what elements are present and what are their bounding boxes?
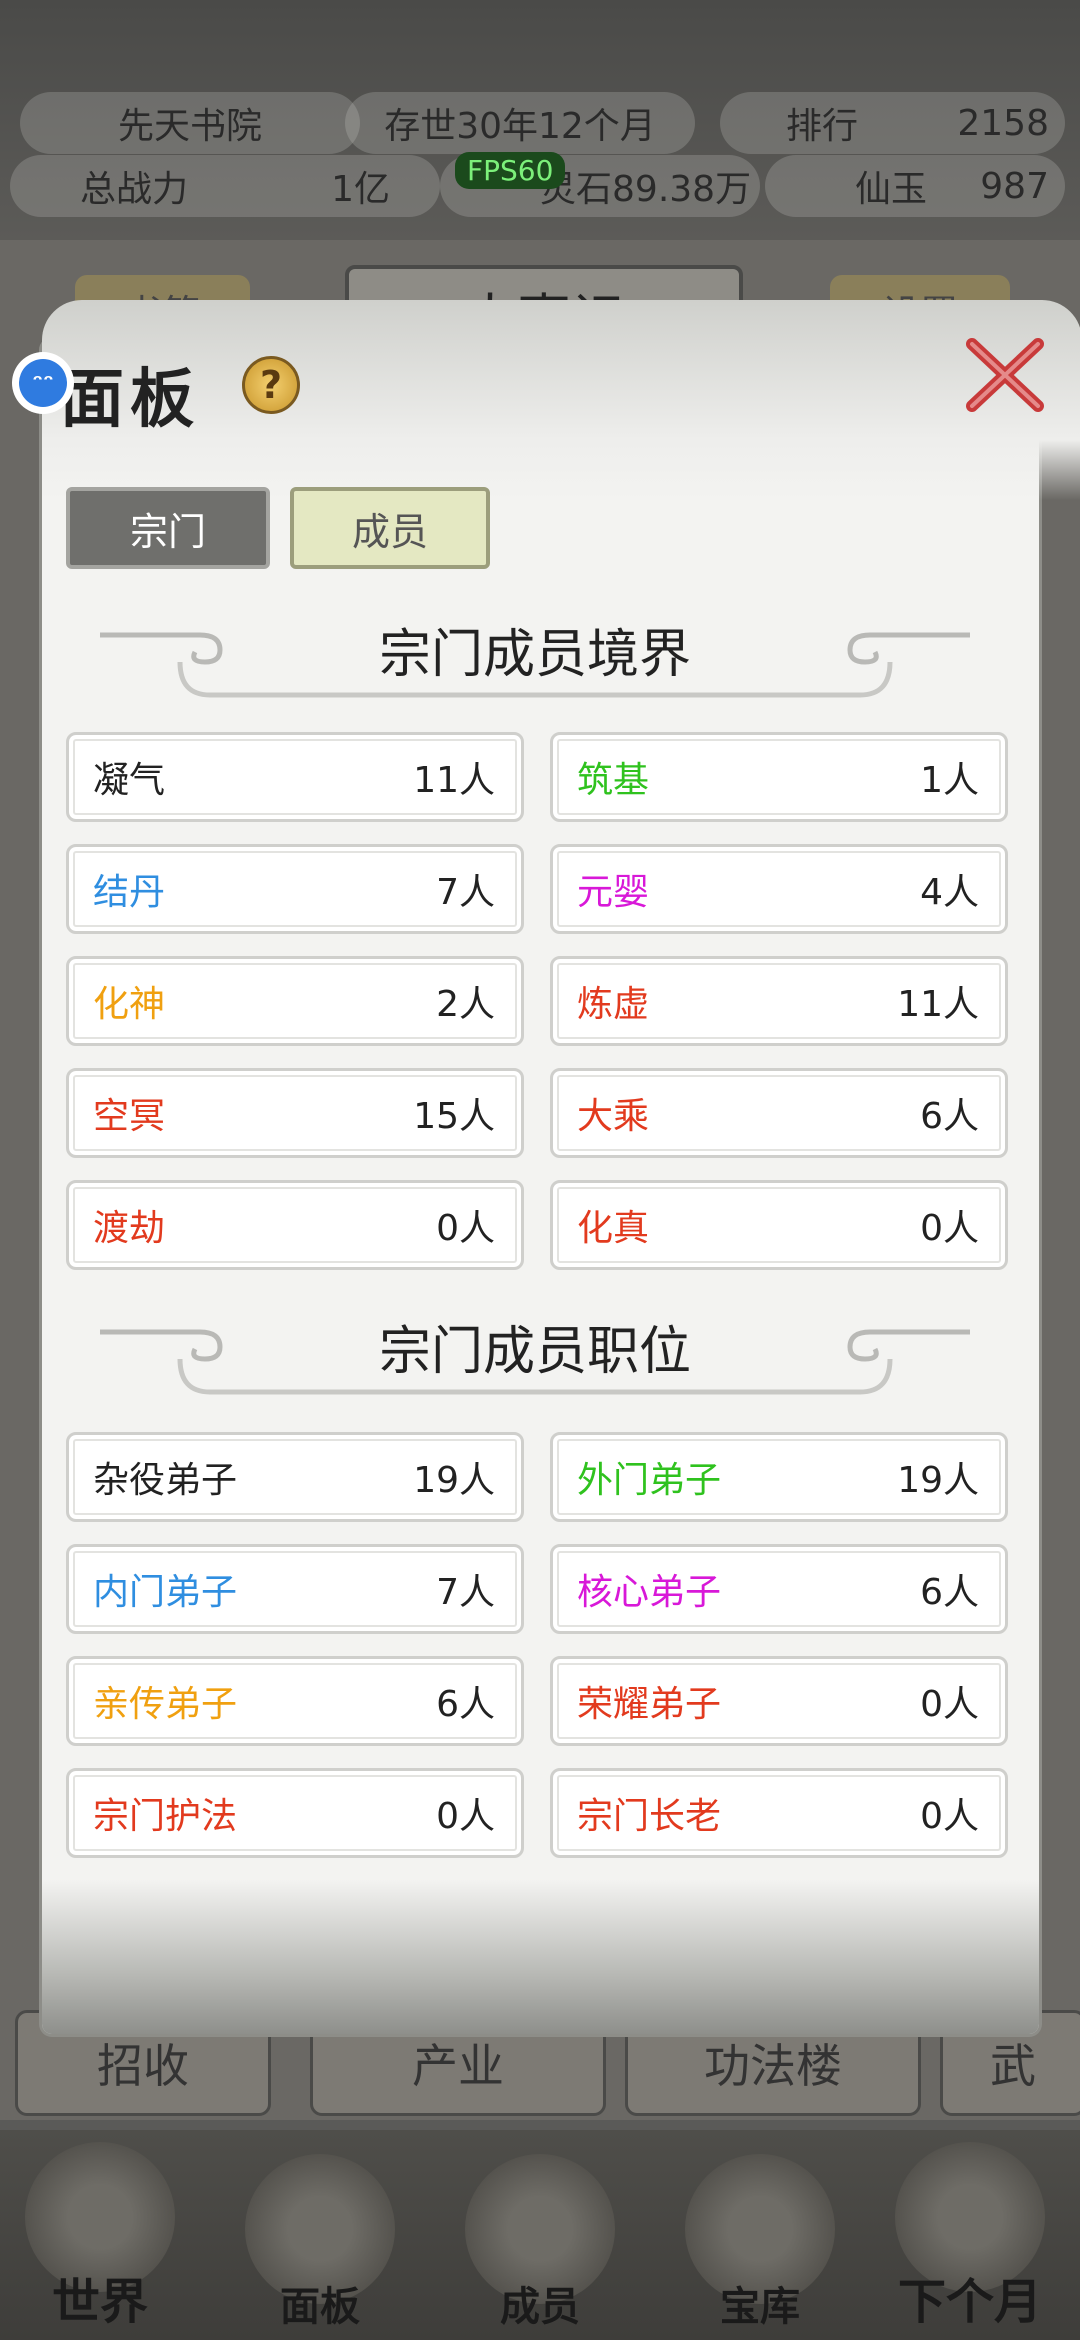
realm-section-title: 宗门成员境界 (378, 625, 691, 685)
rank-label: 排行 (786, 106, 859, 147)
nav-members-label: 成员 (500, 2283, 580, 2330)
position-name: 外门弟子 (577, 1460, 722, 1501)
position-cell: 宗门护法 0人 (66, 1768, 524, 1858)
position-count: 6人 (436, 1684, 495, 1725)
help-icon[interactable]: ? (242, 356, 300, 414)
power-bar: 总战力 1亿 (10, 155, 440, 217)
position-name: 宗门护法 (93, 1796, 238, 1837)
jade-bar: 仙玉 987 (765, 155, 1065, 217)
position-name: 宗门长老 (577, 1796, 722, 1837)
spirit-stone-value: 89.38万 (612, 169, 752, 210)
position-count: 19人 (413, 1460, 495, 1501)
jade-label: 仙玉 (855, 169, 928, 210)
realm-count: 1人 (920, 760, 979, 801)
nav-next-month[interactable]: 下个月 (870, 2130, 1070, 2340)
position-count: 0人 (436, 1796, 495, 1837)
position-cell: 杂役弟子 19人 (66, 1432, 524, 1522)
realm-cell: 元婴 4人 (550, 844, 1008, 934)
realm-name: 凝气 (93, 760, 166, 801)
realm-cell: 空冥 15人 (66, 1068, 524, 1158)
tab-member[interactable]: 成员 (290, 487, 490, 569)
rank-value: 2158 (957, 102, 1049, 144)
nav-panel[interactable]: 面板 (220, 2130, 420, 2340)
position-name: 荣耀弟子 (577, 1684, 722, 1725)
realm-name: 大乘 (577, 1096, 650, 1137)
realm-count: 15人 (413, 1096, 495, 1137)
nav-next-month-label: 下个月 (897, 2274, 1042, 2330)
panel-title: 面板 (60, 362, 200, 437)
fps-counter: FPS60 (455, 152, 566, 189)
realm-count: 11人 (897, 984, 979, 1025)
realm-section-header: 宗门成员境界 (70, 600, 1000, 700)
position-section-header: 宗门成员职位 (70, 1297, 1000, 1397)
realm-name: 化真 (577, 1208, 650, 1249)
realm-name: 渡劫 (93, 1208, 166, 1249)
position-count: 7人 (436, 1572, 495, 1613)
position-name: 杂役弟子 (93, 1460, 238, 1501)
panel-footer-decoration (42, 1880, 1039, 2034)
realm-name: 炼虚 (577, 984, 650, 1025)
position-cell: 宗门长老 0人 (550, 1768, 1008, 1858)
realm-cell: 结丹 7人 (66, 844, 524, 934)
position-count: 19人 (897, 1460, 979, 1501)
position-count: 0人 (920, 1796, 979, 1837)
sect-name-bar: 先天书院 (20, 92, 360, 154)
realm-cell: 化真 0人 (550, 1180, 1008, 1270)
position-count: 0人 (920, 1684, 979, 1725)
realm-count: 6人 (920, 1096, 979, 1137)
realm-count: 7人 (436, 872, 495, 913)
nav-treasury-label: 宝库 (720, 2283, 800, 2330)
position-cell: 外门弟子 19人 (550, 1432, 1008, 1522)
realm-cell: 渡劫 0人 (66, 1180, 524, 1270)
position-count: 6人 (920, 1572, 979, 1613)
realm-name: 结丹 (93, 872, 166, 913)
nav-world-label: 世界 (51, 2274, 148, 2330)
position-cell: 亲传弟子 6人 (66, 1656, 524, 1746)
realm-cell: 炼虚 11人 (550, 956, 1008, 1046)
realm-cell: 筑基 1人 (550, 732, 1008, 822)
realm-cell: 大乘 6人 (550, 1068, 1008, 1158)
realm-count: 0人 (920, 1208, 979, 1249)
position-cell: 荣耀弟子 0人 (550, 1656, 1008, 1746)
position-section-title: 宗门成员职位 (378, 1322, 691, 1382)
realm-count: 2人 (436, 984, 495, 1025)
realm-cell: 化神 2人 (66, 956, 524, 1046)
tab-sect[interactable]: 宗门 (66, 487, 270, 569)
nav-members[interactable]: 成员 (440, 2130, 640, 2340)
position-name: 亲传弟子 (93, 1684, 238, 1725)
realm-name: 空冥 (93, 1096, 166, 1137)
power-value: 1亿 (331, 169, 390, 210)
position-cell: 内门弟子 7人 (66, 1544, 524, 1634)
nav-world[interactable]: 世界 (0, 2130, 200, 2340)
realm-cell: 凝气 11人 (66, 732, 524, 822)
close-icon[interactable] (960, 330, 1050, 420)
nav-treasury[interactable]: 宝库 (660, 2130, 860, 2340)
assistant-icon: ᵔᵔ (19, 359, 67, 407)
rank-bar[interactable]: 排行 2158 (720, 92, 1065, 154)
position-name: 内门弟子 (93, 1572, 238, 1613)
floating-assistant-button[interactable]: ᵔᵔ (12, 352, 74, 414)
sect-age: 存世30年12个月 (384, 106, 656, 147)
realm-name: 筑基 (577, 760, 650, 801)
jade-value: 987 (980, 165, 1049, 207)
realm-count: 0人 (436, 1208, 495, 1249)
realm-count: 4人 (920, 872, 979, 913)
realm-name: 化神 (93, 984, 166, 1025)
realm-count: 11人 (413, 760, 495, 801)
position-name: 核心弟子 (577, 1572, 722, 1613)
nav-panel-label: 面板 (280, 2283, 360, 2330)
sect-age-bar: 存世30年12个月 (345, 92, 695, 154)
power-label: 总战力 (80, 169, 189, 210)
position-cell: 核心弟子 6人 (550, 1544, 1008, 1634)
realm-name: 元婴 (577, 872, 650, 913)
sect-name: 先天书院 (117, 106, 262, 147)
